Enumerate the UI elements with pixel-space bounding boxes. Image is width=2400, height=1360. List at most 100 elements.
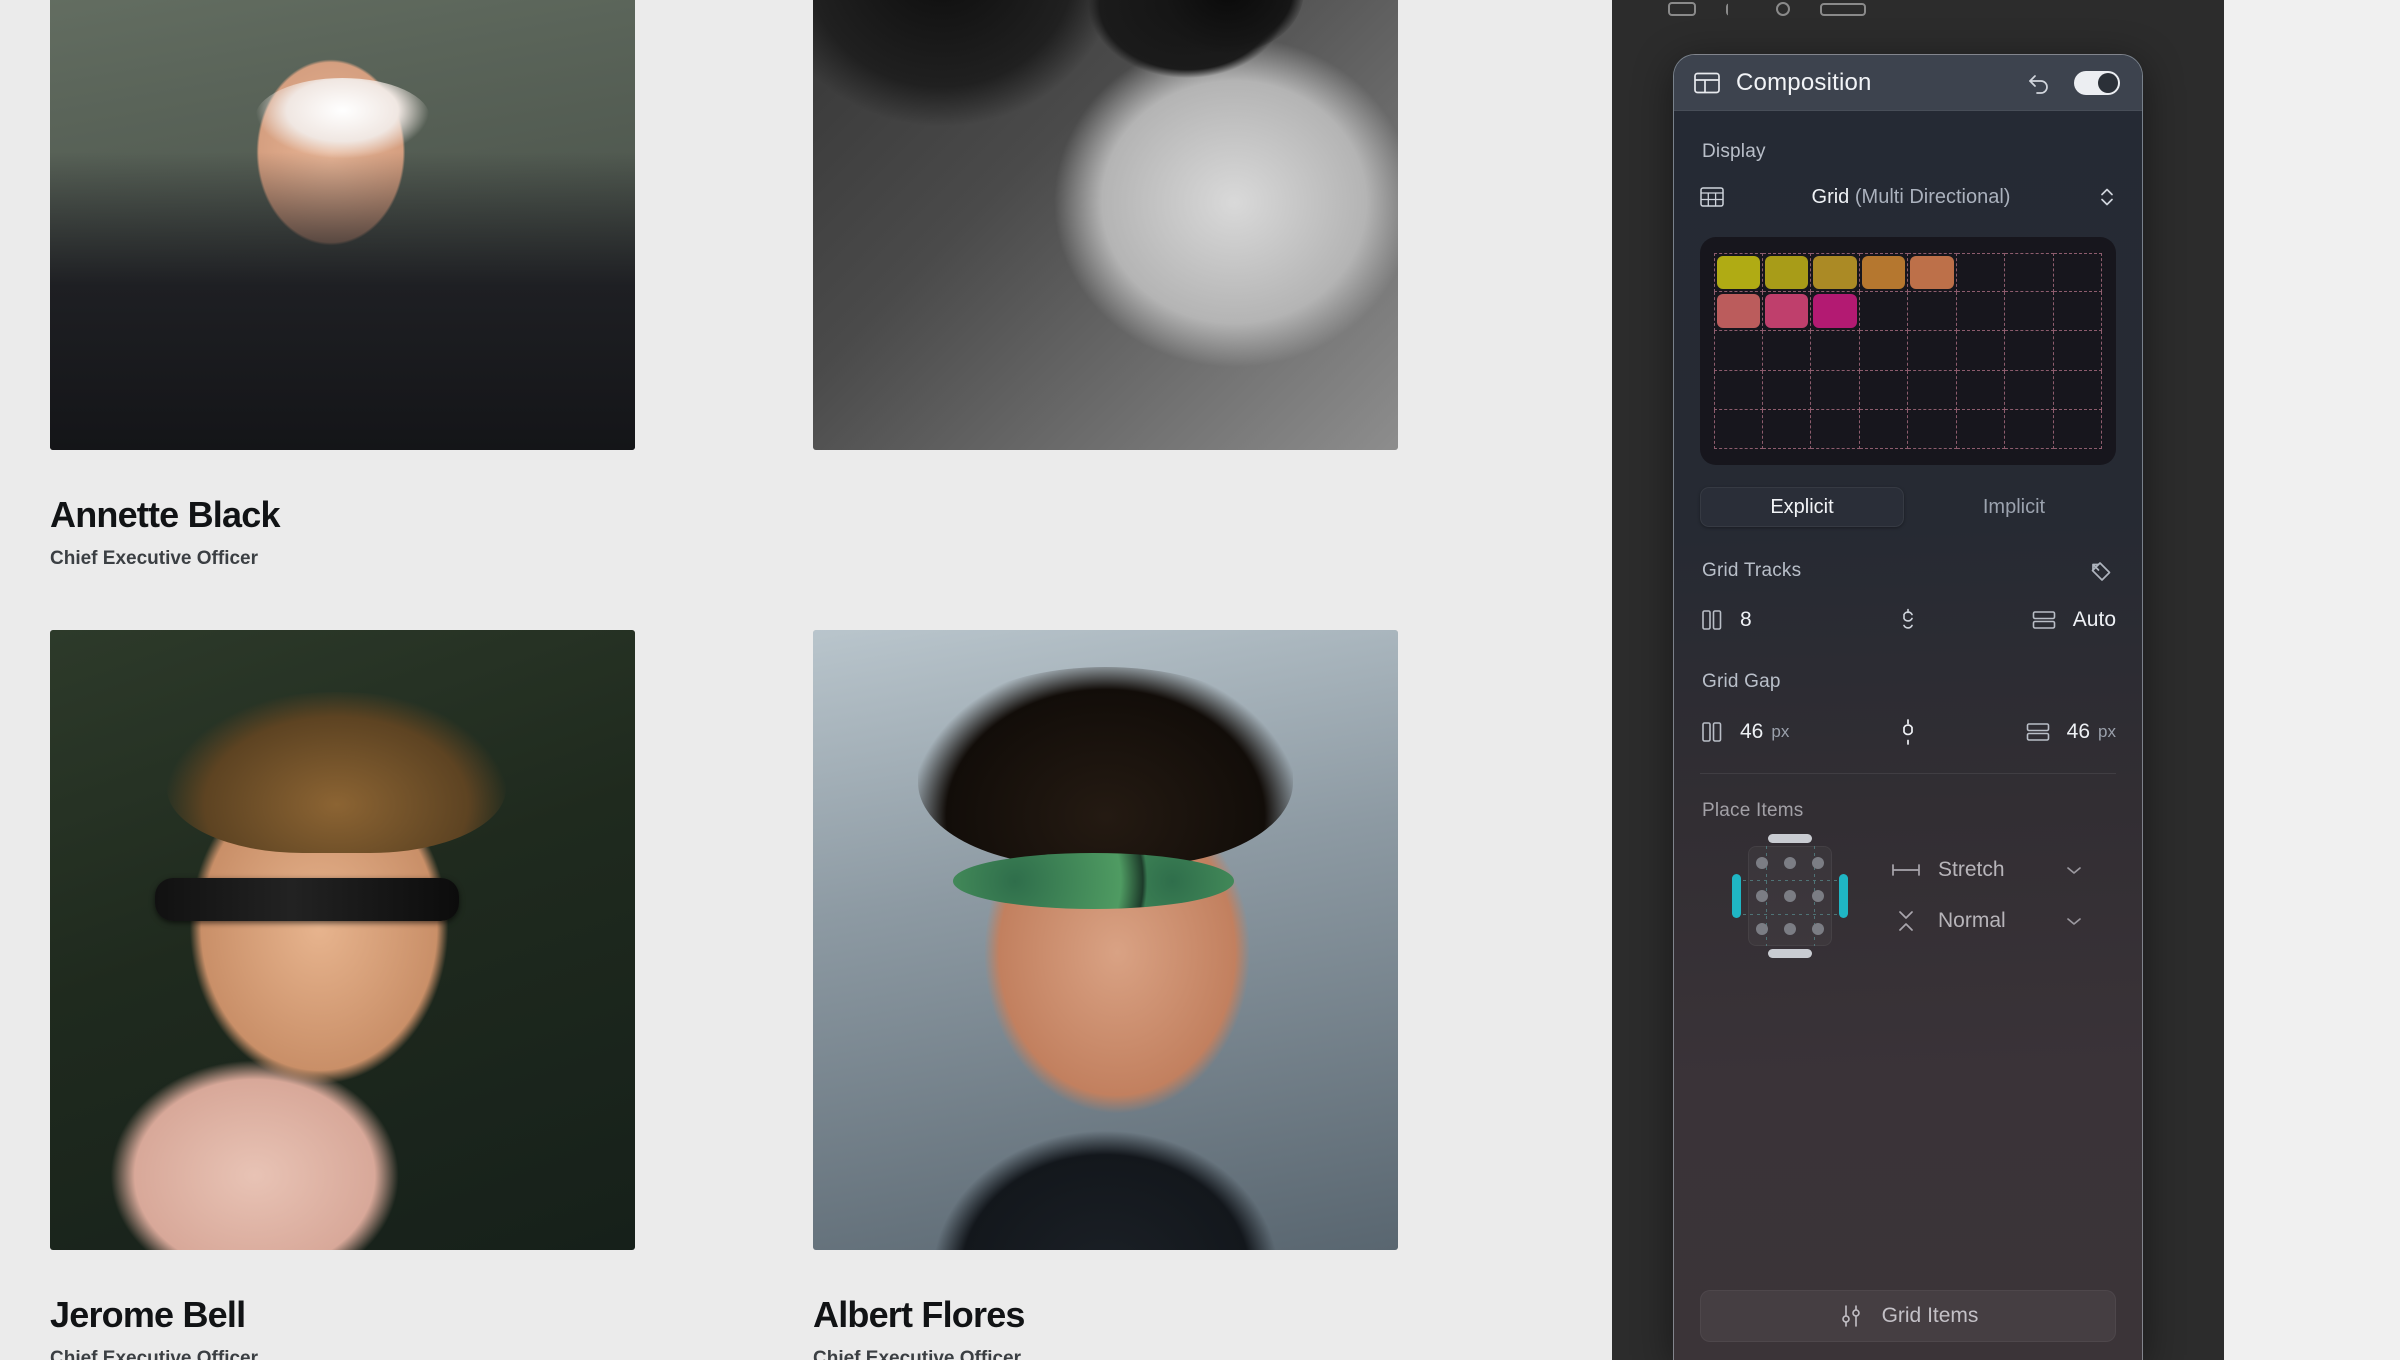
justify-items-select[interactable]: Stretch: [1890, 858, 2084, 882]
grid-preview-cell[interactable]: [1956, 409, 2005, 449]
grid-preview-cell[interactable]: [1908, 292, 1957, 332]
widget-handle-right[interactable]: [1839, 874, 1848, 918]
grid-preview-item[interactable]: [1813, 256, 1857, 290]
toolbar-pill-icon[interactable]: [1820, 3, 1866, 16]
widget-handle-top[interactable]: [1768, 834, 1812, 843]
columns-icon: [1700, 721, 1724, 743]
grid-preview-cell[interactable]: [1859, 370, 1908, 410]
grid-preview-cell[interactable]: [2005, 409, 2054, 449]
grid-preview-cell[interactable]: [1762, 370, 1811, 410]
grid-preview-cell[interactable]: [1714, 253, 1763, 293]
place-items-grid-widget[interactable]: [1732, 834, 1848, 958]
justify-items-value: Stretch: [1938, 858, 2005, 881]
grid-preview-cell[interactable]: [2053, 409, 2102, 449]
grid-preview-item[interactable]: [1764, 256, 1808, 290]
grid-preview-cell[interactable]: [1908, 331, 1957, 371]
grid-preview-cell[interactable]: [1956, 370, 2005, 410]
grid-preview-cell[interactable]: [2053, 292, 2102, 332]
right-gutter: [2224, 0, 2400, 1360]
grid-preview-cell[interactable]: [1811, 331, 1860, 371]
sliders-icon: [1838, 1303, 1864, 1329]
display-mode-select[interactable]: Grid (Multi Directional): [1700, 177, 2116, 217]
link-connected-icon[interactable]: [1899, 718, 1917, 746]
grid-preview-cell[interactable]: [1714, 331, 1763, 371]
grid-preview-cell[interactable]: [1956, 253, 2005, 293]
grid-preview-cell[interactable]: [1762, 253, 1811, 293]
grid-gap-columns[interactable]: 46 px: [1700, 720, 1848, 744]
grid-preview-cell[interactable]: [2053, 370, 2102, 410]
grid-preview-cell[interactable]: [1811, 409, 1860, 449]
grid-preview-cell[interactable]: [1762, 292, 1811, 332]
grid-preview-cell[interactable]: [2005, 292, 2054, 332]
team-card[interactable]: Annette Black Chief Executive Officer: [50, 0, 635, 570]
chevron-down-icon[interactable]: [2064, 863, 2084, 877]
team-card[interactable]: Albert Flores Chief Executive Officer: [813, 630, 1398, 1360]
grid-preview-item[interactable]: [1764, 294, 1808, 329]
grid-preview-item[interactable]: [1717, 256, 1760, 290]
grid-preview-cell[interactable]: [1859, 292, 1908, 332]
team-card[interactable]: Jerome Bell Chief Executive Officer: [50, 630, 635, 1360]
grid-preview-cell[interactable]: [1714, 409, 1763, 449]
card-photo[interactable]: [50, 0, 635, 450]
grid-preview-cell[interactable]: [1811, 292, 1860, 332]
grid-preview-cell[interactable]: [2053, 253, 2102, 293]
align-items-select[interactable]: Normal: [1890, 908, 2084, 934]
grid-preview-cell[interactable]: [1908, 253, 1957, 293]
vertical-chevrons-icon: [1890, 908, 1922, 934]
toolbar-stub[interactable]: [1612, 0, 2224, 16]
grid-tracks-link[interactable]: [1848, 607, 1968, 633]
card-name: Albert Flores: [813, 1294, 1025, 1335]
card-photo[interactable]: [50, 630, 635, 1250]
resize-diagonal-icon[interactable]: [2086, 557, 2116, 585]
toolbar-rect-icon[interactable]: [1668, 2, 1696, 16]
grid-preview-cell[interactable]: [2053, 331, 2102, 371]
grid-gap-link[interactable]: [1848, 718, 1968, 746]
place-items-row: Stretch Normal: [1700, 834, 2116, 958]
grid-preview-item[interactable]: [1910, 256, 1954, 290]
grid-gap-rows-unit: px: [2098, 722, 2116, 741]
link-broken-icon[interactable]: [1899, 607, 1917, 633]
columns-icon: [1700, 609, 1724, 631]
toolbar-cursor-icon[interactable]: [1726, 3, 1746, 16]
grid-items-button[interactable]: Grid Items: [1700, 1290, 2116, 1342]
grid-preview-cell[interactable]: [1811, 370, 1860, 410]
grid-preview-cell[interactable]: [2005, 370, 2054, 410]
grid-preview-cell[interactable]: [1908, 409, 1957, 449]
widget-handle-bottom[interactable]: [1768, 949, 1812, 958]
chevron-up-down-icon[interactable]: [2098, 186, 2116, 208]
grid-preview-cell[interactable]: [2005, 331, 2054, 371]
grid-preview-cell[interactable]: [1762, 409, 1811, 449]
horizontal-ibeam-icon: [1890, 861, 1922, 879]
card-photo[interactable]: [813, 630, 1398, 1250]
grid-preview[interactable]: [1700, 237, 2116, 465]
grid-preview-cell[interactable]: [1908, 370, 1957, 410]
grid-preview-cell[interactable]: [1859, 253, 1908, 293]
card-role: Chief Executive Officer: [50, 548, 259, 569]
grid-preview-cell[interactable]: [1956, 292, 2005, 332]
card-photo[interactable]: [813, 0, 1398, 450]
panel-enable-toggle[interactable]: [2074, 70, 2120, 95]
grid-preview-item[interactable]: [1813, 294, 1857, 329]
grid-preview-cell[interactable]: [2005, 253, 2054, 293]
grid-tracks-rows[interactable]: Auto: [1968, 608, 2116, 632]
grid-preview-cell[interactable]: [1714, 370, 1763, 410]
grid-tracks-row: 8 Auto: [1700, 595, 2116, 645]
grid-preview-item[interactable]: [1717, 294, 1760, 329]
grid-preview-cell[interactable]: [1859, 409, 1908, 449]
grid-preview-cell[interactable]: [1811, 253, 1860, 293]
grid-tracks-columns[interactable]: 8: [1700, 608, 1848, 632]
team-card[interactable]: [813, 0, 1398, 570]
grid-preview-cell[interactable]: [1714, 292, 1763, 332]
grid-preview-item[interactable]: [1861, 256, 1905, 290]
grid-preview-cell[interactable]: [1762, 331, 1811, 371]
undo-arrow-icon[interactable]: [2026, 72, 2052, 94]
tab-explicit[interactable]: Explicit: [1700, 487, 1904, 527]
grid-preview-cell[interactable]: [1859, 331, 1908, 371]
chevron-down-icon[interactable]: [2064, 914, 2084, 928]
toolbar-circle-icon[interactable]: [1776, 2, 1790, 16]
design-canvas[interactable]: Annette Black Chief Executive Officer Je…: [0, 0, 1612, 1360]
tab-implicit[interactable]: Implicit: [1912, 487, 2116, 527]
grid-preview-cell[interactable]: [1956, 331, 2005, 371]
grid-gap-rows[interactable]: 46 px: [1968, 720, 2116, 744]
widget-handle-left[interactable]: [1732, 874, 1741, 918]
